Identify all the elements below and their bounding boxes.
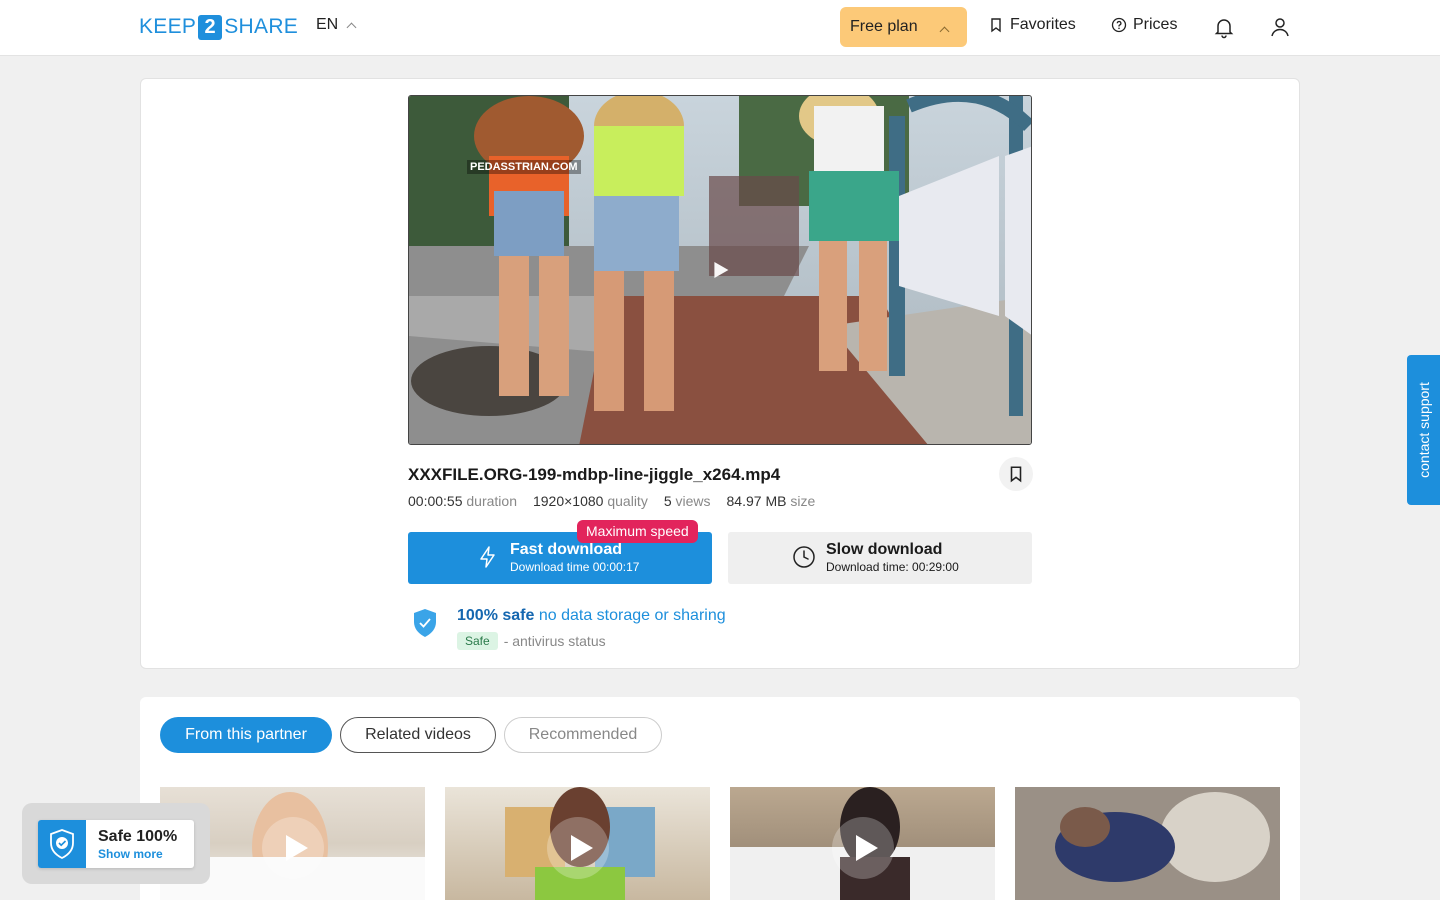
slow-download-text: Slow download Download time: 00:29:00 <box>826 540 959 574</box>
views-label: views <box>675 493 711 509</box>
free-plan-label: Free plan <box>850 18 918 35</box>
video-thumb[interactable] <box>445 787 710 900</box>
video-player[interactable]: PEDASSTRIAN.COM <box>408 95 1032 445</box>
bookmark-icon <box>1010 466 1022 483</box>
shield-check-icon <box>50 829 74 860</box>
slow-download-subtitle: Download time: 00:29:00 <box>826 560 959 574</box>
safe-popup-icon-box <box>38 820 86 868</box>
safety-title-bold: 100% safe <box>457 607 535 624</box>
duration-value: 00:00:55 <box>408 493 463 509</box>
safety-title-rest: no data storage or sharing <box>538 607 726 624</box>
contact-support-label: contact support <box>1415 382 1432 478</box>
video-watermark: PEDASSTRIAN.COM <box>467 160 581 174</box>
lightning-icon <box>480 546 495 568</box>
play-icon[interactable] <box>714 262 729 278</box>
show-more-link[interactable]: Show more <box>98 847 163 861</box>
tab-from-this-partner[interactable]: From this partner <box>160 717 332 753</box>
views-info: 5 views <box>664 493 711 509</box>
shield-icon <box>414 609 436 637</box>
duration-info: 00:00:55 duration <box>408 493 517 509</box>
prices-label: Prices <box>1133 16 1178 33</box>
antivirus-status: Safe - antivirus status <box>457 632 606 650</box>
views-value: 5 <box>663 493 672 509</box>
logo-text-right: SHARE <box>224 15 299 38</box>
chevron-up-icon <box>346 22 357 32</box>
fast-download-content: Fast download Download time 00:00:17 <box>476 540 639 574</box>
safe-pill: Safe <box>457 632 498 650</box>
play-icon <box>831 817 894 880</box>
quality-label: quality <box>607 493 648 509</box>
clock-icon <box>793 546 815 568</box>
slow-download-button[interactable]: Slow download Download time: 00:29:00 <box>728 532 1032 584</box>
safe-popup[interactable]: Safe 100% Show more <box>38 820 194 868</box>
free-plan-button[interactable]: Free plan <box>840 7 967 47</box>
chevron-up-icon <box>939 26 950 37</box>
tab-related-videos[interactable]: Related videos <box>340 717 496 753</box>
quality-info: 1920×1080 quality <box>533 493 648 509</box>
language-selector[interactable]: EN <box>316 16 357 34</box>
size-value: 84.97 MB <box>726 493 787 509</box>
play-icon <box>261 817 324 880</box>
help-circle-icon <box>1111 17 1127 33</box>
size-label: size <box>790 493 816 509</box>
slow-download-title: Slow download <box>826 541 943 558</box>
bookmark-button[interactable] <box>999 457 1033 491</box>
antivirus-label: - antivirus status <box>503 633 606 649</box>
user-icon[interactable] <box>1268 15 1292 39</box>
logo-text-left: KEEP <box>139 15 197 38</box>
top-header: KEEP 2 SHARE EN Free plan Favorites Pric… <box>0 0 1440 56</box>
tab-recommended[interactable]: Recommended <box>504 717 662 753</box>
favorites-link[interactable]: Favorites <box>988 16 1076 34</box>
file-meta: 00:00:55 duration 1920×1080 quality 5 vi… <box>408 493 815 509</box>
safe-popup-title: Safe 100% <box>98 828 178 845</box>
safety-title: 100% safe no data storage or sharing <box>457 607 726 625</box>
language-label: EN <box>316 16 339 33</box>
max-speed-badge: Maximum speed <box>577 520 698 543</box>
slow-download-content: Slow download Download time: 00:29:00 <box>792 540 959 574</box>
size-info: 84.97 MB size <box>727 493 816 509</box>
fast-download-title: Fast download <box>510 541 622 558</box>
file-name: XXXFILE.ORG-199-mdbp-line-jiggle_x264.mp… <box>408 465 781 484</box>
fast-download-subtitle: Download time 00:00:17 <box>510 560 640 574</box>
favorites-label: Favorites <box>1010 16 1076 33</box>
video-thumb[interactable] <box>730 787 995 900</box>
thumb-image <box>1015 787 1280 900</box>
quality-value: 1920×1080 <box>532 493 604 509</box>
prices-link[interactable]: Prices <box>1111 16 1177 34</box>
bookmark-icon <box>991 18 1001 33</box>
fast-download-text: Fast download Download time 00:00:17 <box>510 540 639 574</box>
play-icon <box>546 817 609 880</box>
duration-label: duration <box>466 493 517 509</box>
logo[interactable]: KEEP 2 SHARE <box>139 14 298 40</box>
logo-badge: 2 <box>198 14 223 40</box>
contact-support-tab[interactable]: contact support <box>1407 355 1440 505</box>
bell-icon[interactable] <box>1212 15 1236 39</box>
video-thumb[interactable] <box>1015 787 1280 900</box>
